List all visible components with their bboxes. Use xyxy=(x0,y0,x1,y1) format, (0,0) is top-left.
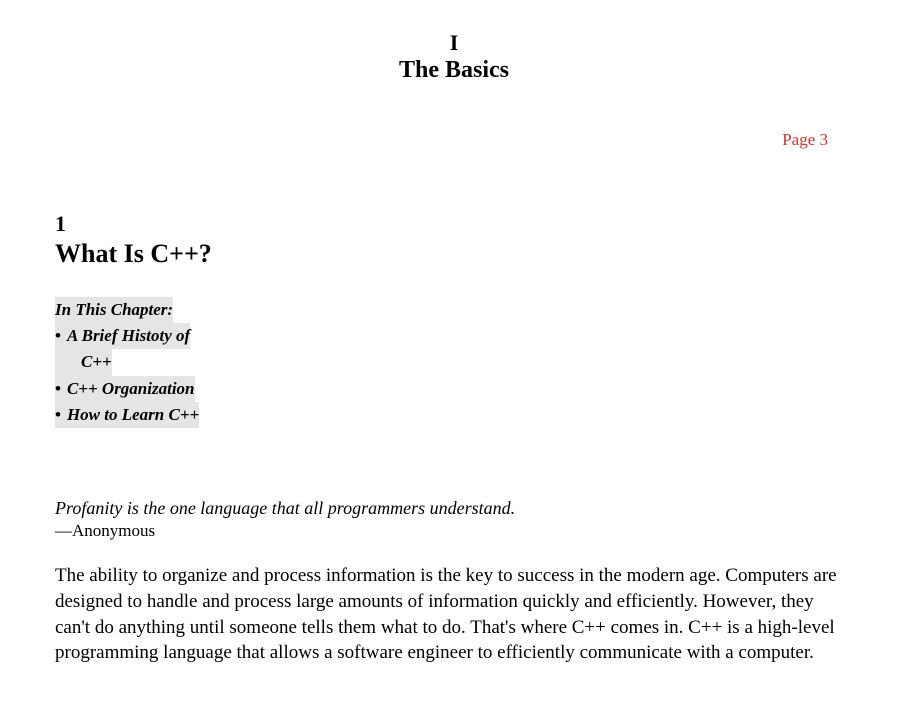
content-area: 1 What Is C++? In This Chapter: A Brief … xyxy=(55,210,850,666)
body-paragraph: The ability to organize and process info… xyxy=(55,563,850,666)
epigraph-attribution: —Anonymous xyxy=(55,521,850,541)
in-this-chapter-item: C++ Organization xyxy=(55,379,195,398)
part-number: I xyxy=(0,30,908,56)
page-number: Page 3 xyxy=(782,130,828,150)
epigraph: Profanity is the one language that all p… xyxy=(55,498,850,541)
in-this-chapter-item: How to Learn C++ xyxy=(55,405,199,424)
in-this-chapter-block: In This Chapter: A Brief Histoty of C++ … xyxy=(55,297,850,429)
in-this-chapter-item-cont: C++ xyxy=(81,352,112,371)
chapter-title: What Is C++? xyxy=(55,239,850,269)
in-this-chapter-item: A Brief Histoty of xyxy=(55,326,190,345)
in-this-chapter-heading: In This Chapter: xyxy=(55,300,173,319)
part-title: The Basics xyxy=(0,56,908,85)
part-heading: I The Basics xyxy=(0,0,908,85)
chapter-number: 1 xyxy=(55,210,850,239)
epigraph-quote: Profanity is the one language that all p… xyxy=(55,498,850,519)
